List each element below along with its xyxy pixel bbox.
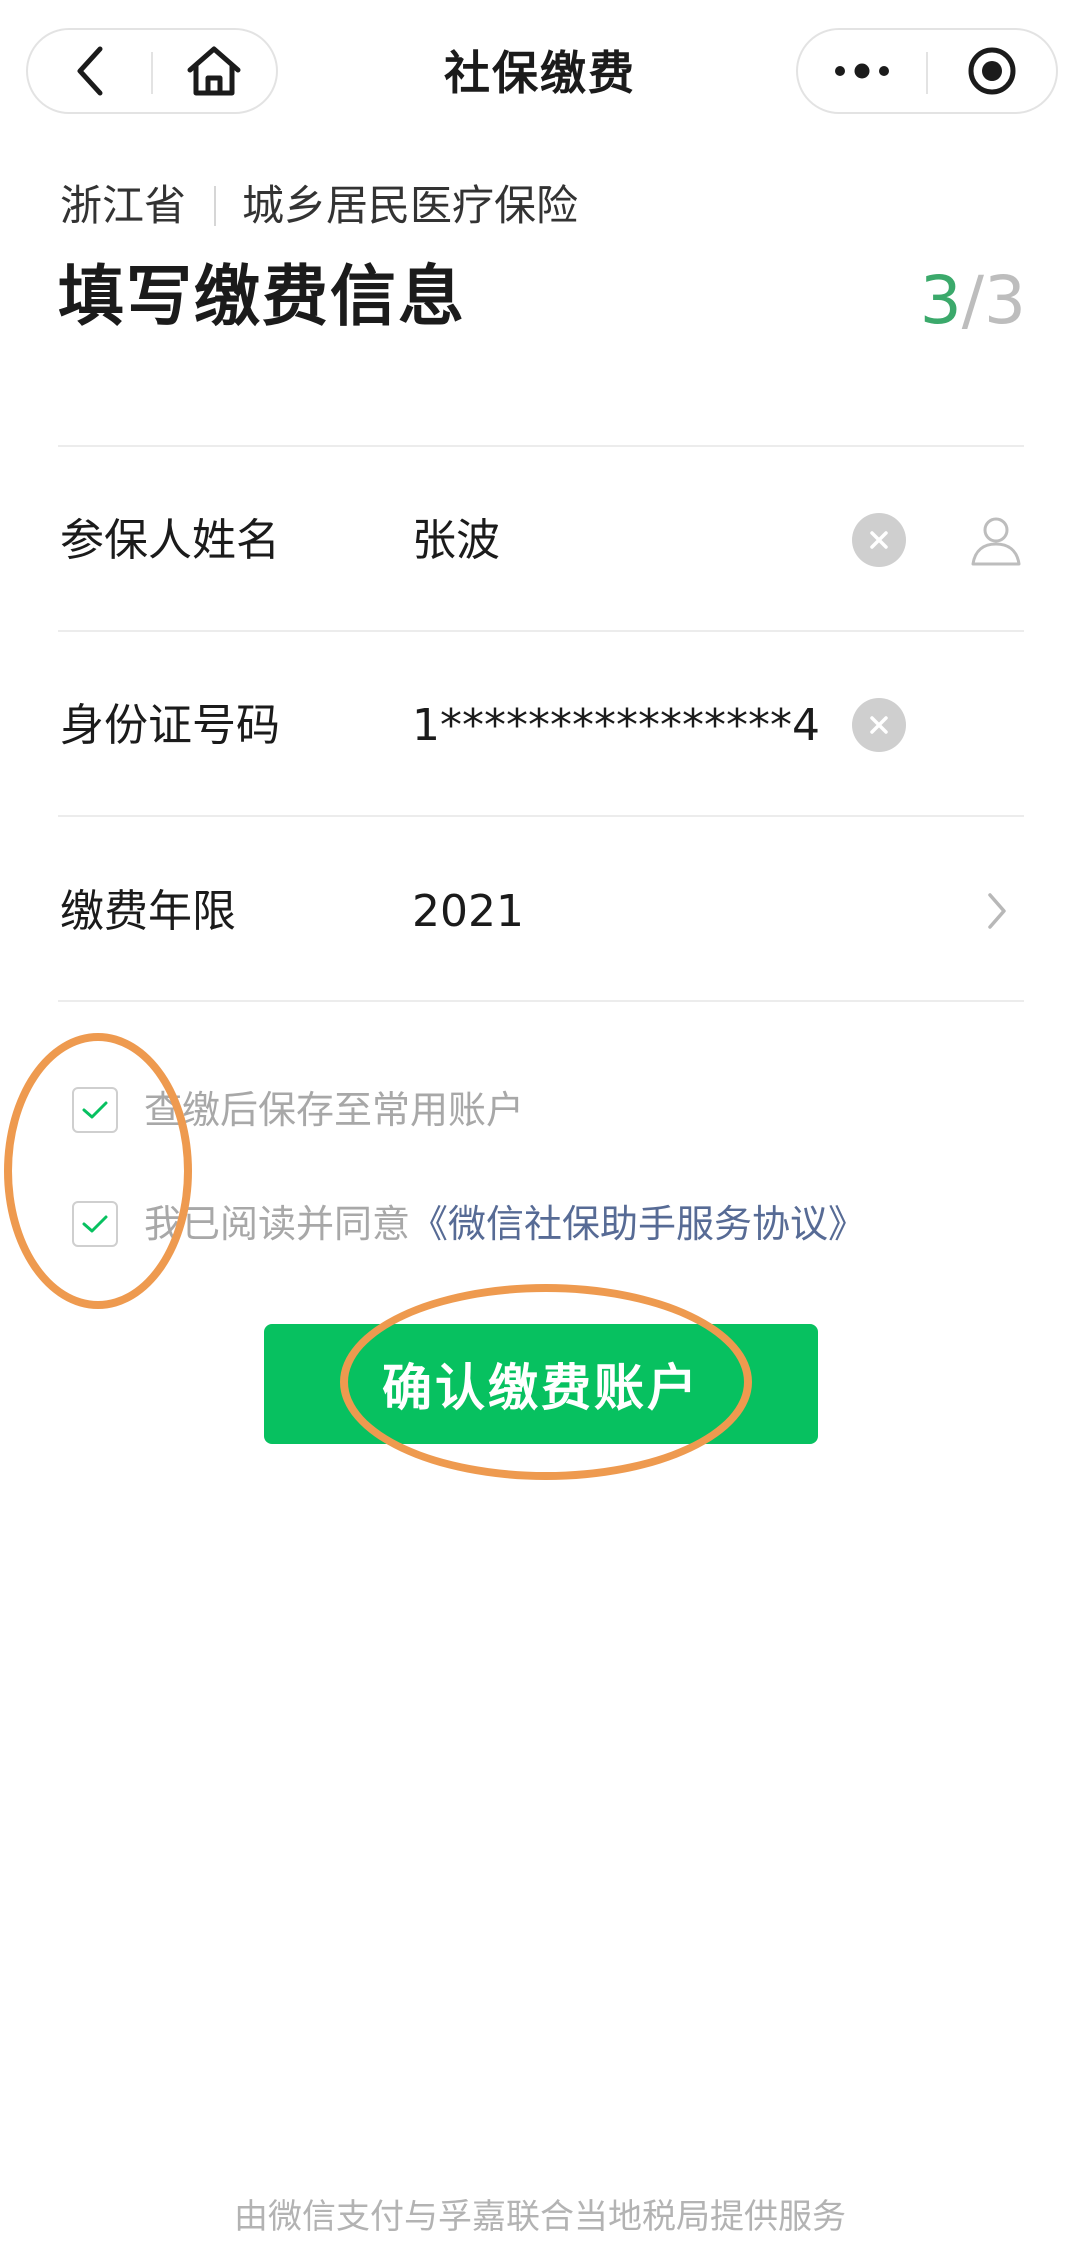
- checkmark-icon: [82, 1215, 108, 1233]
- step-total: 3: [984, 262, 1026, 339]
- name-input[interactable]: 张波: [412, 511, 500, 571]
- more-dots-icon: [835, 63, 889, 79]
- footer-service-text: 由微信支付与孚嘉联合当地税局提供服务: [234, 2197, 846, 2237]
- divider: [58, 630, 1024, 632]
- contact-person-icon[interactable]: [968, 512, 1024, 568]
- chevron-right-icon[interactable]: [986, 891, 1008, 931]
- step-indicator: 3/3: [920, 258, 1026, 344]
- divider: [58, 1000, 1024, 1002]
- nav-capsule-right: [796, 28, 1058, 114]
- confirm-account-button[interactable]: 确认缴费账户: [264, 1324, 818, 1444]
- close-miniprogram-button[interactable]: [928, 30, 1056, 112]
- step-current: 3: [919, 262, 962, 339]
- id-number-input[interactable]: 1****************4: [412, 696, 820, 756]
- clear-id-icon[interactable]: [852, 698, 906, 752]
- service-agreement-link[interactable]: 《微信社保助手服务协议》: [410, 1202, 866, 1246]
- divider: [58, 445, 1024, 447]
- year-select[interactable]: 2021: [412, 882, 524, 942]
- agree-prefix: 我已阅读并同意: [144, 1202, 411, 1246]
- annotation-ellipse-checkboxes: [4, 1033, 192, 1309]
- miniprogram-close-icon: [968, 47, 1016, 95]
- breadcrumb: 浙江省 城乡居民医疗保险: [60, 178, 578, 234]
- clear-name-icon[interactable]: [852, 513, 906, 567]
- year-label: 缴费年限: [60, 886, 236, 937]
- insurance-type-label: 城乡居民医疗保险: [242, 181, 579, 230]
- province-label: 浙江省: [60, 181, 187, 230]
- step-separator: /: [961, 262, 984, 339]
- name-label: 参保人姓名: [60, 515, 280, 566]
- id-number-label: 身份证号码: [60, 700, 280, 751]
- divider: [58, 815, 1024, 817]
- form-title: 填写缴费信息: [58, 258, 466, 335]
- checkmark-icon: [82, 1101, 108, 1119]
- breadcrumb-separator: [214, 186, 217, 226]
- save-account-text: 查缴后保存至常用账户: [144, 1088, 525, 1132]
- more-button[interactable]: [798, 30, 926, 112]
- agree-checkbox[interactable]: [72, 1201, 118, 1247]
- agree-text: 我已阅读并同意《微信社保助手服务协议》: [144, 1196, 866, 1252]
- save-account-checkbox[interactable]: [72, 1087, 118, 1133]
